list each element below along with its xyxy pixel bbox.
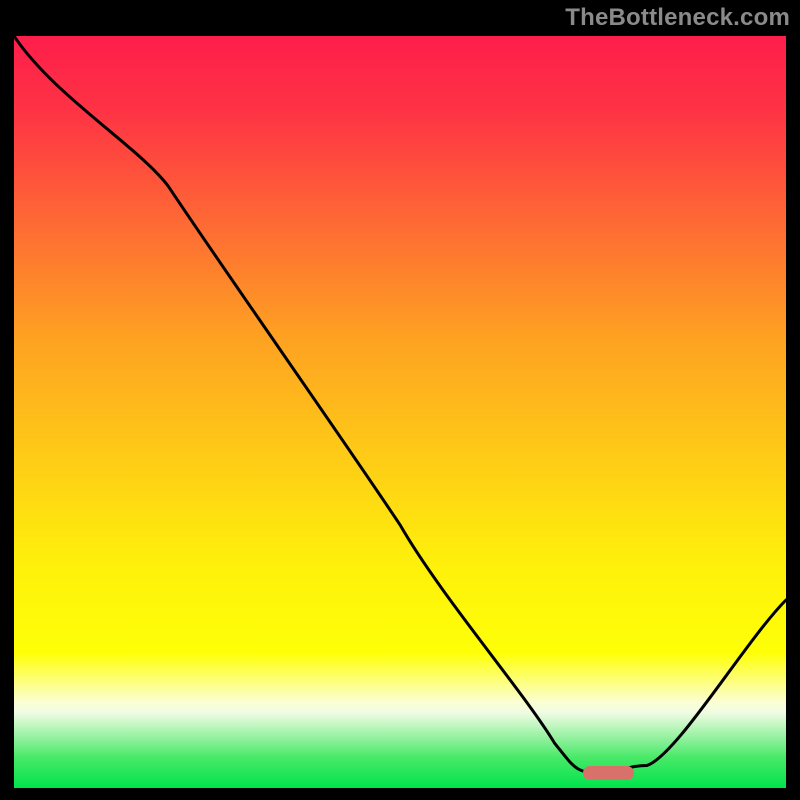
chart-frame	[10, 32, 790, 792]
plot-area	[14, 36, 786, 788]
bottleneck-chart	[14, 36, 786, 788]
optimum-marker	[583, 766, 633, 780]
watermark-text: TheBottleneck.com	[565, 4, 790, 32]
